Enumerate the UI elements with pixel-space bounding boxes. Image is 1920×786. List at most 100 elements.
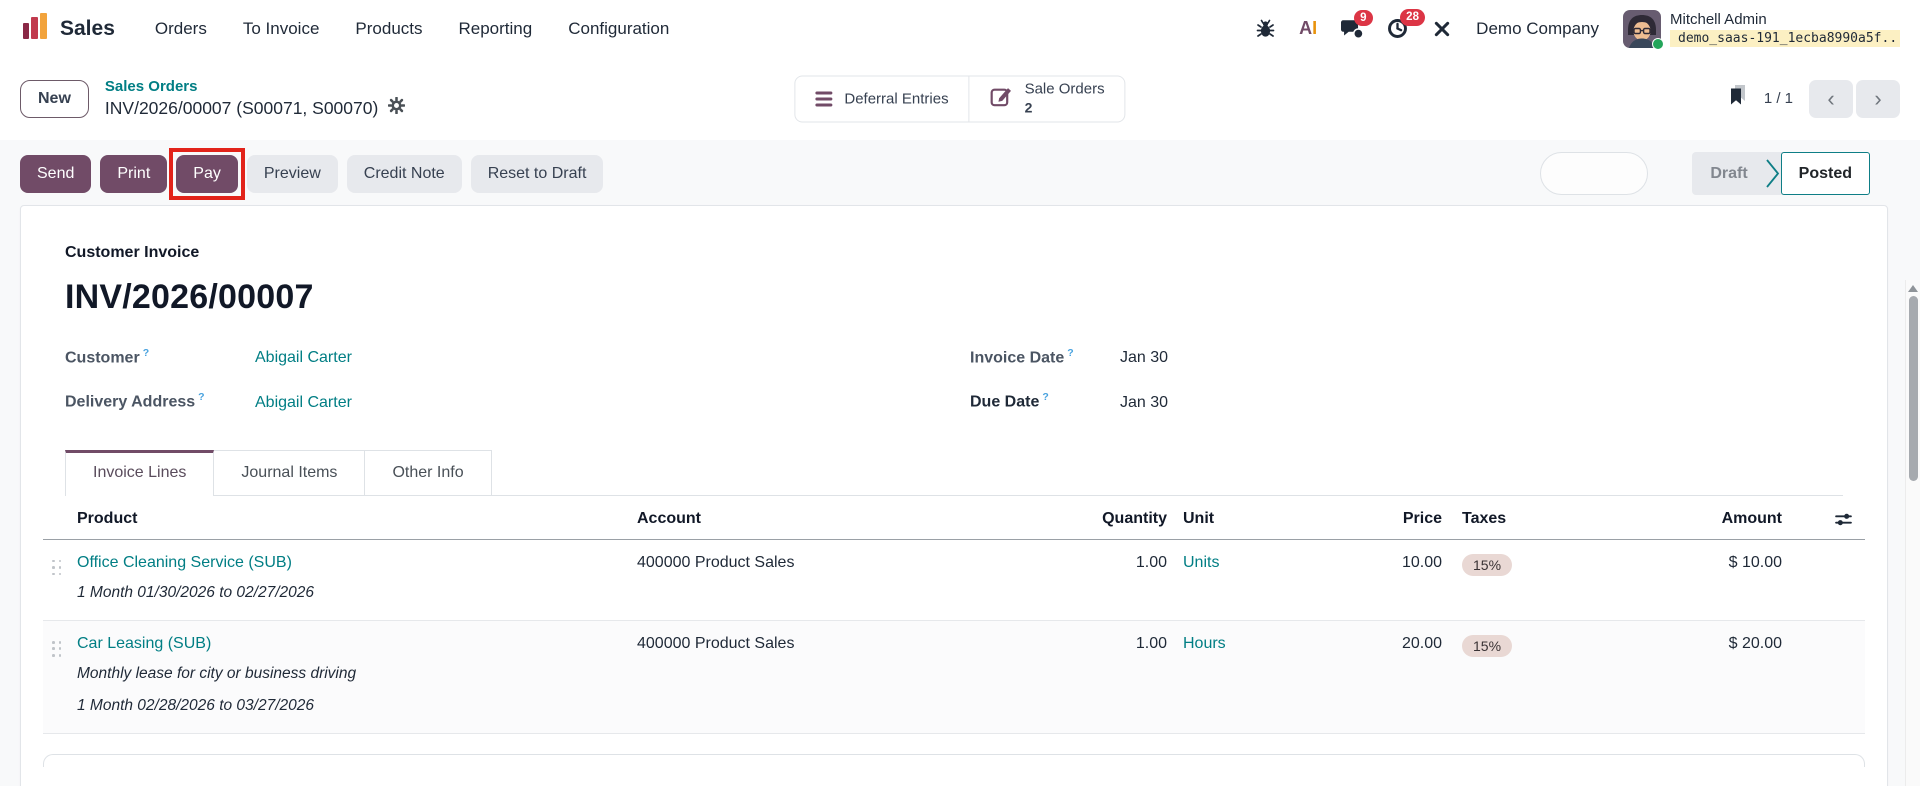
product-link[interactable]: Office Cleaning Service (SUB) bbox=[77, 554, 292, 571]
col-account: Account bbox=[637, 509, 701, 527]
tab-other-info[interactable]: Other Info bbox=[365, 449, 492, 496]
debug-bug-icon[interactable] bbox=[1256, 19, 1275, 38]
tab-invoice-lines[interactable]: Invoice Lines bbox=[65, 449, 215, 496]
due-date-value[interactable]: Jan 30 bbox=[1120, 394, 1168, 412]
messages-icon[interactable]: 9 bbox=[1341, 9, 1373, 39]
state-arrow-icon bbox=[1765, 152, 1781, 195]
tools-icon[interactable] bbox=[1432, 19, 1452, 39]
tab-journal-items[interactable]: Journal Items bbox=[214, 449, 366, 496]
pager: 1 / 1 ‹ › bbox=[1728, 79, 1900, 118]
state-draft[interactable]: Draft bbox=[1692, 152, 1765, 195]
activities-count-badge: 28 bbox=[1400, 9, 1425, 26]
customer-link[interactable]: Abigail Carter bbox=[255, 349, 352, 367]
content-area: Send Print Pay Preview Credit Note Reset… bbox=[0, 140, 1920, 786]
print-button[interactable]: Print bbox=[100, 154, 168, 193]
scrollbar[interactable] bbox=[1905, 280, 1920, 786]
bookmark-icon[interactable] bbox=[1728, 85, 1748, 112]
tax-badge: 15% bbox=[1462, 634, 1513, 657]
cell-account: 400000 Product Sales bbox=[637, 634, 795, 652]
table-row: Office Cleaning Service (SUB) 1 Month 01… bbox=[43, 540, 1865, 621]
col-price: Price bbox=[1402, 509, 1442, 527]
help-icon: ? bbox=[1042, 391, 1049, 404]
col-quantity: Quantity bbox=[1102, 509, 1167, 527]
field-customer: Customer? Abigail Carter bbox=[65, 347, 352, 367]
cell-taxes: 15% bbox=[1442, 553, 1622, 576]
menu-reporting[interactable]: Reporting bbox=[459, 19, 533, 39]
app-name[interactable]: Sales bbox=[60, 17, 115, 41]
app-switcher[interactable]: Sales bbox=[20, 11, 115, 46]
gear-icon[interactable] bbox=[387, 96, 406, 119]
help-icon: ? bbox=[198, 391, 205, 404]
breadcrumb-parent[interactable]: Sales Orders bbox=[105, 78, 405, 95]
document-type-label: Customer Invoice bbox=[65, 244, 200, 261]
control-panel: New Sales Orders INV/2026/00007 (S00071,… bbox=[0, 57, 1920, 140]
pager-previous-button[interactable]: ‹ bbox=[1809, 79, 1853, 118]
drag-handle-icon[interactable] bbox=[43, 640, 77, 658]
online-status-dot bbox=[1652, 37, 1664, 50]
chevron-right-icon: › bbox=[1874, 85, 1882, 111]
col-taxes: Taxes bbox=[1462, 509, 1507, 527]
drag-handle-icon[interactable] bbox=[43, 559, 77, 577]
pager-value[interactable]: 1 / 1 bbox=[1764, 90, 1793, 107]
cell-amount: $ 20.00 bbox=[1728, 634, 1782, 652]
product-description: 1 Month 02/28/2026 to 03/27/2026 bbox=[77, 697, 315, 715]
table-row: Car Leasing (SUB) Monthly lease for city… bbox=[43, 620, 1865, 735]
unit-link[interactable]: Hours bbox=[1167, 635, 1317, 653]
top-navbar: Sales Orders To Invoice Products Reporti… bbox=[0, 0, 1920, 57]
cell-product: Office Cleaning Service (SUB) 1 Month 01… bbox=[77, 554, 637, 604]
company-switcher[interactable]: Demo Company bbox=[1476, 19, 1599, 39]
invoice-sheet: Customer Invoice INV/2026/00007 Customer… bbox=[20, 205, 1888, 786]
pay-button[interactable]: Pay bbox=[176, 154, 238, 193]
invoice-number: INV/2026/00007 bbox=[65, 278, 314, 316]
menu-configuration[interactable]: Configuration bbox=[568, 19, 669, 39]
product-description: 1 Month 01/30/2026 to 02/27/2026 bbox=[77, 583, 315, 601]
menu-orders[interactable]: Orders bbox=[155, 19, 207, 39]
fields-right: Invoice Date? Jan 30 Due Date? Jan 30 bbox=[970, 347, 1168, 412]
new-button[interactable]: New bbox=[20, 79, 89, 118]
pager-next-button[interactable]: › bbox=[1856, 79, 1900, 118]
reset-to-draft-button[interactable]: Reset to Draft bbox=[470, 154, 604, 193]
sale-orders-count: 2 bbox=[1024, 99, 1033, 116]
col-unit: Unit bbox=[1183, 509, 1215, 527]
menu-products[interactable]: Products bbox=[355, 19, 422, 39]
user-meta: Mitchell Admin demo_saas-191_1ecba8990a5… bbox=[1670, 11, 1900, 47]
navbar-systray: AI 9 28 Demo Company Mitchell Admin demo… bbox=[1256, 9, 1900, 50]
activities-clock-icon[interactable]: 28 bbox=[1387, 9, 1425, 39]
empty-pill-widget bbox=[1540, 152, 1649, 195]
deferral-entries-button[interactable]: Deferral Entries bbox=[795, 76, 968, 121]
unit-link[interactable]: Units bbox=[1167, 554, 1317, 572]
list-icon bbox=[815, 91, 833, 106]
optional-columns-icon[interactable] bbox=[1782, 510, 1865, 529]
scrollbar-thumb[interactable] bbox=[1908, 296, 1918, 481]
tax-badge: 15% bbox=[1462, 553, 1513, 576]
field-invoice-date: Invoice Date? Jan 30 bbox=[970, 347, 1169, 367]
send-button[interactable]: Send bbox=[20, 154, 92, 193]
invoice-date-value[interactable]: Jan 30 bbox=[1120, 349, 1168, 367]
breadcrumb-current: INV/2026/00007 (S00071, S00070) bbox=[105, 96, 406, 119]
state-posted[interactable]: Posted bbox=[1780, 152, 1870, 195]
scrollbar-up-arrow[interactable] bbox=[1908, 285, 1918, 292]
menu-to-invoice[interactable]: To Invoice bbox=[243, 19, 320, 39]
database-name: demo_saas-191_1ecba8990a5f... bbox=[1670, 29, 1900, 47]
user-avatar bbox=[1623, 9, 1664, 50]
preview-button[interactable]: Preview bbox=[246, 154, 338, 193]
sale-orders-button[interactable]: Sale Orders 2 bbox=[968, 76, 1125, 121]
sales-app-icon bbox=[20, 11, 50, 46]
ai-icon[interactable]: AI bbox=[1299, 18, 1317, 39]
messages-count-badge: 9 bbox=[1354, 9, 1373, 27]
edit-pencil-icon bbox=[990, 85, 1013, 113]
invoice-lines-table: Product Account Quantity Unit Price Taxe… bbox=[43, 496, 1865, 735]
delivery-address-link[interactable]: Abigail Carter bbox=[255, 394, 352, 412]
cell-amount: $ 10.00 bbox=[1728, 553, 1782, 571]
user-menu[interactable]: Mitchell Admin demo_saas-191_1ecba8990a5… bbox=[1623, 9, 1900, 50]
field-delivery-address: Delivery Address? Abigail Carter bbox=[65, 391, 352, 412]
user-name: Mitchell Admin bbox=[1670, 10, 1767, 28]
pay-button-wrap: Pay bbox=[169, 147, 245, 200]
smart-buttons: Deferral Entries Sale Orders 2 bbox=[794, 75, 1126, 122]
product-description: Monthly lease for city or business drivi… bbox=[77, 664, 357, 682]
action-bar: Send Print Pay Preview Credit Note Reset… bbox=[20, 147, 1900, 200]
notebook-tabs: Invoice Lines Journal Items Other Info bbox=[65, 449, 1843, 496]
help-icon: ? bbox=[1067, 347, 1074, 359]
product-link[interactable]: Car Leasing (SUB) bbox=[77, 635, 211, 652]
credit-note-button[interactable]: Credit Note bbox=[346, 154, 462, 193]
